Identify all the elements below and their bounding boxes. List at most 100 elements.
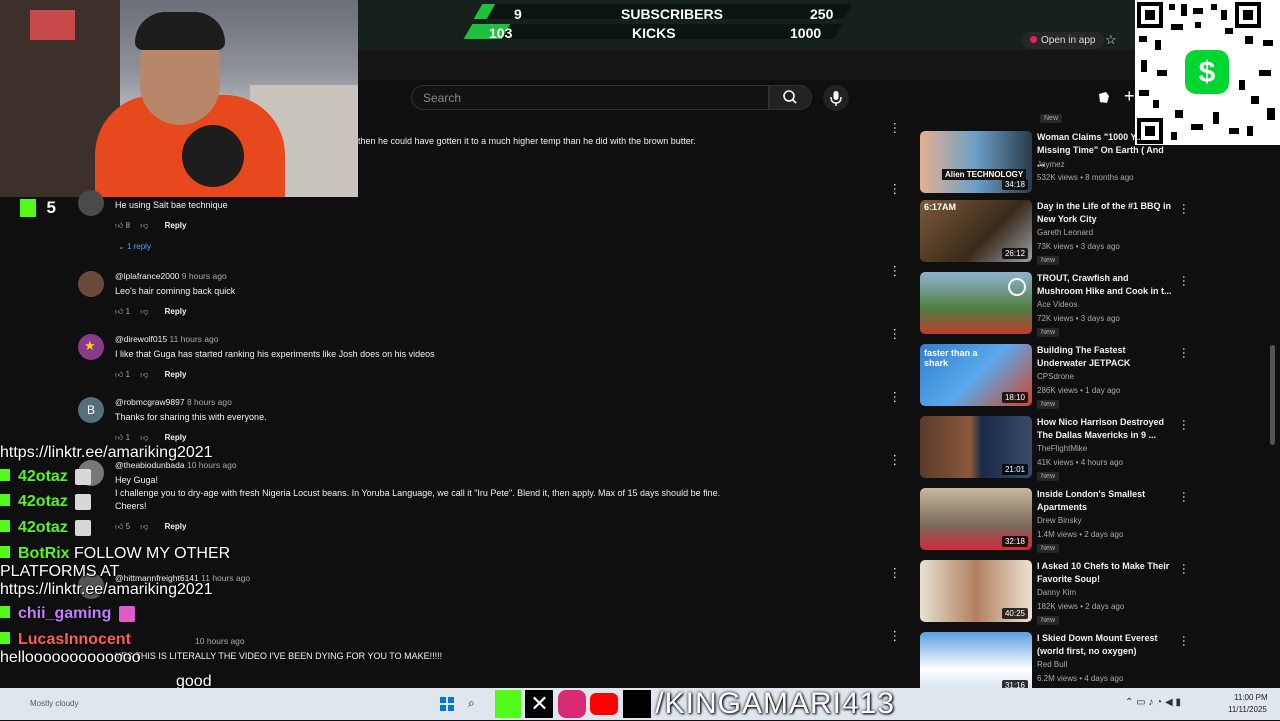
comment-text-line: I challenge you to dry-age with fresh Ni… (115, 488, 721, 498)
clock-time[interactable]: 11:00 PM (1234, 693, 1268, 702)
video-stats: 6.2M views • 4 days ago (1037, 674, 1124, 683)
kicks-goal: 1000 (790, 25, 822, 41)
comment-actions: 👍︎ 5 👎︎ Reply (115, 522, 187, 531)
chat-message: https://linktr.ee/amariking2021 (0, 444, 213, 461)
channel-name[interactable]: Red Bull (1037, 660, 1067, 669)
channel-name[interactable]: Jaymez (1037, 160, 1065, 169)
comment-menu-icon[interactable]: ⋯ (887, 567, 903, 580)
chat-message: 42otaz (0, 519, 92, 537)
video-title[interactable]: TROUT, Crawfish and Mushroom Hike and Co… (1037, 272, 1172, 298)
create-icon[interactable] (1096, 90, 1112, 106)
video-recommendation[interactable]: faster than a shark 18:10 Building The F… (920, 344, 1280, 409)
video-recommendation[interactable]: TROUT, Crawfish and Mushroom Hike and Co… (920, 272, 1280, 337)
video-menu-icon[interactable]: ⋯ (1177, 275, 1191, 287)
thumbs-up-icon[interactable]: 👍︎ (115, 433, 123, 442)
channel-name[interactable]: CPSdrone (1037, 372, 1074, 381)
watch-later-icon[interactable] (1008, 278, 1026, 296)
search-icon[interactable]: ⌕ (468, 696, 475, 711)
chat-message: 42otaz (0, 493, 92, 511)
sidebar-scrollbar[interactable] (1270, 345, 1275, 445)
comment-menu-icon[interactable]: ⋯ (887, 391, 903, 404)
comment-text: Thanks for sharing this with everyone. (115, 412, 267, 422)
reply-button[interactable]: Reply (165, 522, 187, 531)
search-input[interactable]: Search (411, 85, 769, 110)
thumbs-down-icon[interactable]: 👎︎ (140, 433, 148, 442)
star-icon[interactable]: ☆ (1105, 32, 1117, 48)
video-menu-icon[interactable]: ⋯ (1177, 347, 1191, 359)
thumbs-up-icon[interactable]: 👍︎ (115, 307, 123, 316)
thumbs-up-icon[interactable]: 👍︎ (115, 522, 123, 531)
video-title[interactable]: Day in the Life of the #1 BBQ in New Yor… (1037, 200, 1172, 226)
reply-button[interactable]: Reply (165, 221, 187, 230)
video-menu-icon[interactable]: ⋯ (1177, 203, 1191, 215)
channel-name[interactable]: Gareth Leonard (1037, 228, 1093, 237)
video-recommendation[interactable]: 32:18 Inside London's Smallest Apartment… (920, 488, 1280, 553)
comment-menu-icon[interactable]: ⋯ (887, 265, 903, 278)
svg-text:$: $ (1199, 56, 1216, 89)
system-tray-icons[interactable]: ⌃ ▭ ♪ ◔ ◀︎ ▮ (1125, 697, 1181, 708)
video-thumbnail[interactable]: 6:17AM 26:12 (920, 200, 1032, 262)
channel-name[interactable]: Drew Binsky (1037, 516, 1081, 525)
comment-item: @lplafrance2000 9 hours ago Leo's hair c… (78, 271, 858, 321)
video-recommendation[interactable]: 31:16 I Skied Down Mount Everest (world … (920, 632, 1280, 688)
video-title[interactable]: I Skied Down Mount Everest (world first,… (1037, 632, 1172, 658)
youtube-header-strip (358, 50, 1135, 80)
clock-date[interactable]: 11/11/2025 (1228, 705, 1267, 714)
video-recommendation[interactable]: Alien TECHNOLOGY 34:18 Woman Claims "100… (920, 131, 1280, 195)
subscribers-goal: 250 (810, 6, 834, 22)
video-menu-icon[interactable]: ⋯ (1177, 563, 1191, 575)
view-replies-button[interactable]: ⌄ 1 reply (118, 242, 151, 251)
reply-button[interactable]: Reply (165, 307, 187, 316)
channel-name[interactable]: Danny Kim (1037, 588, 1076, 597)
voice-search-button[interactable] (823, 85, 849, 111)
video-recommendation[interactable]: 40:25 I Asked 10 Chefs to Make Their Fav… (920, 560, 1280, 625)
comment-menu-icon[interactable]: ⋯ (887, 454, 903, 467)
video-thumbnail[interactable]: faster than a shark 18:10 (920, 344, 1032, 406)
video-menu-icon[interactable]: ⋯ (1177, 491, 1191, 503)
weather-widget[interactable]: Mostly cloudy (30, 699, 78, 708)
search-button[interactable] (769, 85, 812, 110)
video-thumbnail[interactable]: Alien TECHNOLOGY 34:18 (920, 131, 1032, 193)
video-menu-icon[interactable]: ⋯ (1177, 635, 1191, 647)
video-title[interactable]: Inside London's Smallest Apartments (1037, 488, 1172, 514)
video-thumbnail[interactable]: 32:18 (920, 488, 1032, 550)
comment-menu-icon[interactable]: ⋯ (887, 183, 903, 196)
channel-name[interactable]: Ace Videos (1037, 300, 1077, 309)
comment-handle[interactable]: @robmcgraw9897 8 hours ago (115, 397, 232, 407)
video-title[interactable]: How Nico Harrison Destroyed The Dallas M… (1037, 416, 1172, 442)
flag-poster (30, 10, 75, 40)
video-thumbnail[interactable]: 31:16 (920, 632, 1032, 688)
comment-handle[interactable]: 10 hours ago (195, 636, 245, 646)
thumbs-up-icon[interactable]: 👍︎ (115, 221, 123, 230)
video-title[interactable]: Building The Fastest Underwater JETPACK (1037, 344, 1172, 370)
video-stats: 286K views • 1 day ago (1037, 386, 1121, 395)
cashapp-qr-code[interactable]: $ (1135, 0, 1280, 145)
thumbs-up-icon[interactable]: 👍︎ (115, 370, 123, 379)
comment-menu-icon[interactable]: ⋯ (887, 630, 903, 643)
avatar (78, 271, 104, 297)
comment-handle[interactable]: @lplafrance2000 9 hours ago (115, 271, 227, 281)
video-stats: 73K views • 3 days ago (1037, 242, 1120, 251)
channel-name[interactable]: TheFlightMike (1037, 444, 1087, 453)
thumbs-down-icon[interactable]: 👎︎ (140, 370, 148, 379)
reply-button[interactable]: Reply (165, 433, 187, 442)
video-menu-icon[interactable]: ⋯ (1177, 419, 1191, 431)
comment-handle[interactable]: @direwolf015 11 hours ago (115, 334, 218, 344)
video-thumbnail[interactable] (920, 272, 1032, 334)
thumbs-down-icon[interactable]: 👎︎ (140, 522, 148, 531)
video-recommendation[interactable]: 6:17AM 26:12 Day in the Life of the #1 B… (920, 200, 1280, 265)
thumbs-down-icon[interactable]: 👎︎ (140, 307, 148, 316)
video-recommendation[interactable]: 21:01 How Nico Harrison Destroyed The Da… (920, 416, 1280, 481)
comment-menu-icon[interactable]: ⋯ (887, 328, 903, 341)
video-title[interactable]: I Asked 10 Chefs to Make Their Favorite … (1037, 560, 1172, 586)
add-icon[interactable]: + (1124, 86, 1135, 107)
comment-menu-icon[interactable]: ⋯ (887, 122, 903, 135)
thumbs-down-icon[interactable]: 👎︎ (140, 221, 148, 230)
reply-button[interactable]: Reply (165, 370, 187, 379)
open-in-app-button[interactable]: Open in app (1022, 32, 1104, 49)
comment-item: He using Salt bae technique 👍︎ 8 👎︎ Repl… (78, 188, 858, 251)
video-thumbnail[interactable]: 21:01 (920, 416, 1032, 478)
windows-start-icon[interactable] (440, 697, 454, 711)
video-thumbnail[interactable]: 40:25 (920, 560, 1032, 622)
video-stats: 532K views • 8 months ago (1037, 173, 1134, 182)
